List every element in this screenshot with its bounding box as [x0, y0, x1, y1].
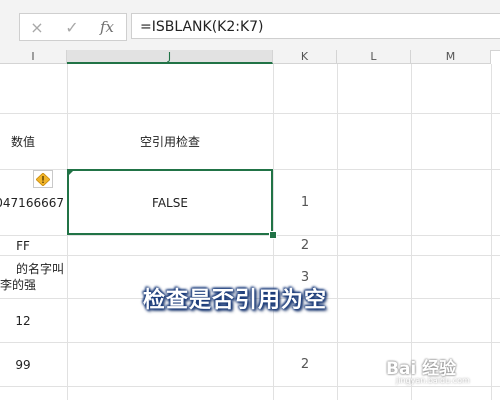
- cell-i-value[interactable]: 047166667: [0, 170, 64, 235]
- cell-k-value[interactable]: 2: [273, 236, 337, 255]
- grid-line: [0, 342, 500, 343]
- formula-buttons: × ✓ fx: [19, 13, 127, 41]
- grid-line: [411, 64, 412, 400]
- warning-diamond-icon: [36, 172, 50, 186]
- column-header-m[interactable]: M: [411, 50, 491, 64]
- formula-bar: × ✓ fx =ISBLANK(K2:K7): [0, 0, 500, 51]
- cell-j-header[interactable]: 空引用检查: [67, 114, 273, 169]
- column-header-k[interactable]: K: [273, 50, 337, 64]
- cell-k-value[interactable]: 1: [273, 170, 337, 235]
- cell-i-value[interactable]: FF: [0, 236, 46, 255]
- warning-icon[interactable]: [33, 170, 53, 188]
- fill-handle[interactable]: [269, 231, 277, 239]
- insert-function-icon[interactable]: fx: [90, 14, 124, 40]
- caption-overlay: 检查是否引用为空: [143, 288, 328, 313]
- cancel-icon[interactable]: ×: [20, 14, 54, 40]
- error-indicator-triangle: [68, 170, 74, 176]
- grid-line: [337, 64, 338, 400]
- selected-cell-border: [67, 169, 273, 235]
- cell-i-value[interactable]: 99: [0, 343, 46, 386]
- grid-line: [491, 64, 492, 400]
- grid-line: [0, 235, 500, 236]
- cell-i-text[interactable]: 的名字叫 李的强: [0, 256, 64, 298]
- column-header-l[interactable]: L: [337, 50, 411, 64]
- cell-text-line: 的名字叫: [15, 262, 64, 276]
- cell-i-header[interactable]: 数值: [0, 114, 46, 169]
- cell-text-line: 李的强: [0, 278, 37, 292]
- watermark-logo: Bai 经验 jingyan.baidu.com: [386, 354, 496, 394]
- cell-k-value[interactable]: 2: [273, 343, 337, 386]
- formula-input[interactable]: =ISBLANK(K2:K7): [131, 13, 500, 39]
- column-header-j[interactable]: J: [67, 50, 273, 64]
- cell-i-value[interactable]: 12: [0, 299, 46, 342]
- enter-icon[interactable]: ✓: [55, 14, 89, 40]
- grid-line: [0, 255, 500, 256]
- watermark-url: jingyan.baidu.com: [396, 376, 470, 385]
- column-header-i[interactable]: I: [0, 50, 67, 64]
